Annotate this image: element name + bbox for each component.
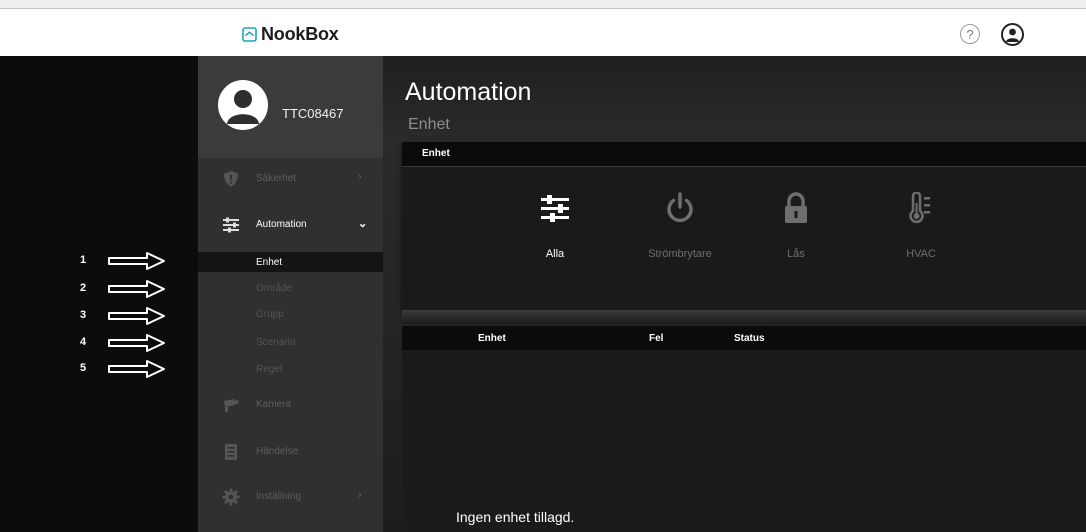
card-header-label: Enhet: [422, 148, 450, 159]
category-label: Lås: [787, 248, 805, 260]
app-header: NookBox ?: [0, 9, 1086, 56]
sliders-icon: [541, 195, 569, 222]
sidebar-item-installning[interactable]: Inställning ›: [198, 476, 383, 520]
sidebar-subitem-grupp[interactable]: Grupp: [198, 304, 383, 324]
page-title: Automation: [405, 78, 532, 106]
category-las[interactable]: Lås: [741, 192, 851, 272]
annotation-arrow-5: 5: [0, 359, 200, 379]
lock-icon: [785, 192, 807, 223]
main-content: Automation Enhet Enhet Alla Strömbrytare: [383, 56, 1086, 532]
sidebar-subitem-scenario[interactable]: Scenario: [198, 332, 383, 352]
profile-block: TTC08467: [198, 56, 383, 158]
subitem-label: Scenario: [256, 337, 296, 348]
sidebar-subitem-enhet[interactable]: Enhet: [198, 252, 383, 272]
page-subtitle: Enhet: [408, 116, 450, 133]
avatar[interactable]: [218, 80, 268, 130]
arrow-right-icon: [108, 280, 165, 298]
category-label: Strömbrytare: [648, 248, 712, 260]
sidebar-item-kamera[interactable]: Kamera: [198, 384, 383, 428]
help-icon[interactable]: ?: [960, 24, 980, 44]
sidebar-item-label: Inställning: [256, 491, 302, 502]
arrow-right-icon: [108, 252, 165, 270]
sidebar-subitem-omrade[interactable]: Område: [198, 278, 383, 298]
list-icon: [225, 444, 237, 460]
brand-logo[interactable]: NookBox: [242, 24, 339, 45]
chevron-right-icon: ›: [358, 171, 362, 183]
category-label: Alla: [545, 248, 565, 260]
chevron-right-icon: ›: [358, 489, 362, 501]
section-divider: [402, 310, 1086, 324]
sidebar-item-label: Kamera: [256, 399, 292, 410]
sidebar-item-handelse[interactable]: Händelse: [198, 431, 383, 475]
sidebar-item-sakerhet[interactable]: Säkerhet ›: [198, 158, 383, 202]
profile-name: TTC08467: [282, 106, 344, 121]
gear-icon: [222, 488, 240, 506]
sliders-icon: [223, 217, 239, 233]
table-header: Enhet Fel Status: [402, 326, 1086, 350]
category-alla[interactable]: Alla: [500, 192, 610, 272]
arrow-right-icon: [108, 334, 165, 352]
sidebar-item-label: Säkerhet: [256, 173, 297, 184]
annotation-arrow-3: 3: [0, 306, 200, 326]
column-header-enhet[interactable]: Enhet: [478, 333, 506, 344]
sidebar: TTC08467 Säkerhet › Automation ⌄ Enhet O…: [198, 56, 383, 532]
chevron-down-icon: ⌄: [358, 218, 368, 230]
column-header-fel[interactable]: Fel: [649, 333, 663, 344]
category-label: HVAC: [906, 248, 936, 260]
annotation-number: 4: [80, 336, 87, 348]
arrow-right-icon: [108, 360, 165, 378]
subitem-label: Område: [256, 283, 293, 294]
annotation-arrow-2: 2: [0, 279, 200, 299]
browser-top-strip: [0, 0, 1086, 9]
annotation-arrow-4: 4: [0, 333, 200, 353]
sidebar-item-automation[interactable]: Automation ⌄: [198, 204, 383, 248]
shield-icon: [224, 171, 238, 187]
annotation-arrow-1: 1: [0, 251, 200, 271]
sidebar-item-label: Automation: [256, 219, 307, 230]
subitem-label: Grupp: [256, 309, 284, 320]
card-header: Enhet: [402, 142, 1086, 167]
column-header-status[interactable]: Status: [734, 333, 765, 344]
power-icon: [667, 192, 693, 223]
annotation-number: 2: [80, 282, 87, 294]
arrow-right-icon: [108, 307, 165, 325]
category-hvac[interactable]: HVAC: [866, 192, 976, 272]
user-icon: [227, 90, 259, 124]
device-table: Enhet Fel Status Ingen enhet tillagd.: [402, 326, 1086, 532]
subitem-label: Regel: [256, 364, 283, 375]
subitem-label: Enhet: [256, 257, 283, 268]
sidebar-subitem-regel[interactable]: Regel: [198, 359, 383, 379]
annotation-number: 5: [80, 362, 87, 374]
camera-icon: [224, 399, 239, 412]
device-category-card: Enhet Alla Strömbrytare Lås HVAC: [402, 142, 1086, 310]
user-account-icon[interactable]: [1001, 23, 1024, 46]
home-icon: [242, 27, 257, 42]
category-strombrytare[interactable]: Strömbrytare: [625, 192, 735, 272]
brand-name: NookBox: [261, 24, 339, 44]
thermometer-icon: [909, 192, 930, 224]
empty-state-message: Ingen enhet tillagd.: [456, 509, 575, 525]
annotation-number: 1: [80, 254, 87, 266]
sidebar-item-label: Händelse: [256, 446, 299, 457]
annotation-number: 3: [80, 309, 87, 321]
